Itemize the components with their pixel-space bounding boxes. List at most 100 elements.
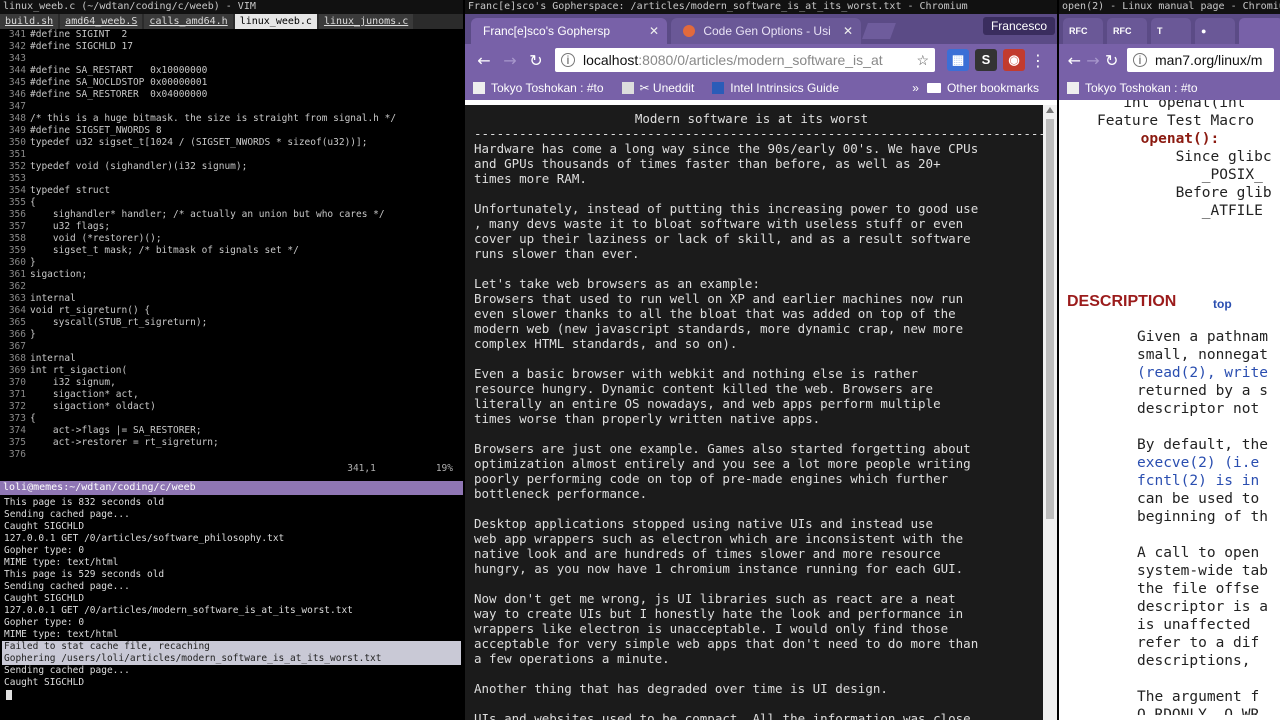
line-number: 346: [8, 89, 26, 100]
line-code: #define SIGINT 2: [30, 29, 128, 40]
vim-buffer[interactable]: 341 #define SIGINT 2 342 #define SIGCHLD 17…: [0, 29, 463, 461]
page-scrollbar[interactable]: [1043, 105, 1057, 720]
code-line: 344 #define SA_RESTART 0x10000000: [0, 65, 463, 77]
line-code: #define SA_RESTORER 0x04000000: [30, 89, 208, 100]
terminal-title: loli@memes:~/wdtan/coding/c/weeb: [0, 481, 463, 495]
tab-github[interactable]: ●: [1195, 18, 1235, 44]
forward-arrow-icon[interactable]: →: [497, 51, 523, 70]
bookmark-favicon-icon: [1067, 82, 1079, 94]
back-arrow-icon[interactable]: ←: [1065, 51, 1084, 70]
bookmarks-overflow-chevron[interactable]: »: [912, 81, 919, 95]
code-line: 374 act->flags |= SA_RESTORER;: [0, 425, 463, 437]
url-host: localhost: [583, 52, 639, 68]
man-paragraph-3: A call to open system-wide tab the file of…: [1137, 544, 1268, 670]
vim-scroll-percent: 19%: [435, 463, 453, 474]
article-paragraph: Browsers are just one example. Games als…: [474, 441, 971, 501]
stylish-extension-icon[interactable]: S: [975, 49, 997, 71]
extension-icon[interactable]: ▦: [947, 49, 969, 71]
terminal-line: Gopher type: 0: [4, 617, 85, 628]
tab-rfc-1[interactable]: RFC: [1063, 18, 1103, 44]
vim-tab[interactable]: linux_weeb.c: [234, 14, 317, 29]
menu-kebab-icon[interactable]: ⋮: [1025, 51, 1051, 70]
tab-code-gen-options[interactable]: Code Gen Options - Usi ✕: [671, 18, 861, 44]
bookmark-label: ✂ Uneddit: [639, 81, 695, 95]
man-line: Since glibc: [1097, 149, 1272, 165]
other-bookmarks-folder[interactable]: Other bookmarks: [926, 81, 1039, 95]
bookmark-label: Tokyo Toshokan : #to: [1085, 81, 1198, 95]
folder-icon: [926, 83, 941, 93]
line-code: sigset_t mask; /* bitmask of signals set…: [30, 245, 299, 256]
forward-arrow-icon[interactable]: →: [1084, 51, 1103, 70]
line-code: act->flags |= SA_RESTORER;: [30, 425, 202, 436]
line-code: }: [30, 329, 36, 340]
article-paragraph: UIs and websites used to be compact. All…: [474, 711, 971, 720]
code-line: 365 syscall(STUB_rt_sigreturn);: [0, 317, 463, 329]
line-code: sigaction* act,: [30, 389, 139, 400]
man-paragraph-1: Given a pathnam small, nonnegat (read(2), …: [1137, 328, 1268, 418]
tab-page[interactable]: T: [1151, 18, 1191, 44]
man-browser-toolbar: ← → ↻ i man7.org/linux/m: [1059, 44, 1280, 76]
description-heading: DESCRIPTION: [1067, 293, 1177, 310]
line-code: u32 flags;: [30, 221, 111, 232]
tab-man-open[interactable]: [1239, 18, 1280, 44]
back-arrow-icon[interactable]: ←: [471, 51, 497, 70]
reload-icon[interactable]: ↻: [523, 51, 549, 70]
close-tab-icon[interactable]: ✕: [649, 18, 659, 44]
vim-tab[interactable]: amd64_weeb.S: [60, 14, 143, 29]
line-number: 375: [8, 437, 26, 448]
bookmark-tokyo-toshokan[interactable]: Tokyo Toshokan : #to: [1067, 81, 1198, 95]
code-line: 376: [0, 449, 463, 461]
line-number: 376: [8, 449, 26, 460]
address-bar[interactable]: i localhost:8080/0/articles/modern_softw…: [555, 48, 935, 72]
code-line: 375 act->restorer = rt_sigreturn;: [0, 437, 463, 449]
tab-rfc-2[interactable]: RFC: [1107, 18, 1147, 44]
man-line: can be used to: [1137, 491, 1260, 507]
line-code: typedef void (sighandler)(i32 signum);: [30, 161, 248, 172]
line-code: internal: [30, 293, 76, 304]
line-number: 351: [8, 149, 26, 160]
bookmark-uneddit[interactable]: ✂ Uneddit: [621, 81, 695, 95]
article-paragraph: Unfortunately, instead of putting this i…: [474, 201, 979, 261]
line-code: sighandler* handler; /* actually an unio…: [30, 209, 385, 220]
tab-gopherspace[interactable]: Franc[e]sco's Gophersp ✕: [471, 18, 667, 44]
terminal-line: 127.0.0.1 GET /0/articles/modern_softwar…: [4, 605, 353, 616]
code-line: 359 sigset_t mask; /* bitmask of signals…: [0, 245, 463, 257]
vim-tab[interactable]: linux_junoms.c: [318, 14, 414, 29]
vim-tab[interactable]: calls_amd64.h: [144, 14, 233, 29]
info-icon[interactable]: i: [561, 53, 575, 67]
code-line: 360}: [0, 257, 463, 269]
scroll-up-arrow-icon[interactable]: [1046, 107, 1054, 113]
vim-tab[interactable]: build.sh: [0, 14, 59, 29]
github-icon: ●: [1201, 26, 1207, 36]
bookmark-star-icon[interactable]: ☆: [910, 52, 929, 69]
line-code: {: [30, 413, 36, 424]
bookmark-tokyo-toshokan[interactable]: Tokyo Toshokan : #to: [473, 81, 604, 95]
line-number: 344: [8, 65, 26, 76]
line-number: 348: [8, 113, 26, 124]
man-address-bar[interactable]: i man7.org/linux/m: [1127, 48, 1275, 72]
terminal-line: MIME type: text/html: [4, 557, 119, 568]
close-tab-icon[interactable]: ✕: [843, 18, 853, 44]
reload-icon[interactable]: ↻: [1102, 51, 1121, 70]
terminal-prompt[interactable]: [2, 689, 461, 701]
new-tab-button[interactable]: [862, 23, 896, 39]
terminal-output[interactable]: This page is 832 seconds old Sending cach…: [2, 497, 461, 717]
bookmark-intel-intrinsics[interactable]: Intel Intrinsics Guide: [712, 81, 839, 95]
line-number: 364: [8, 305, 26, 316]
code-line: 355 {: [0, 197, 463, 209]
scrollbar-thumb[interactable]: [1046, 119, 1054, 519]
info-icon[interactable]: i: [1133, 53, 1148, 67]
line-code: {: [30, 197, 36, 208]
line-code: void (*restorer)();: [30, 233, 162, 244]
top-link[interactable]: top: [1213, 297, 1232, 311]
code-line: 363 internal: [0, 293, 463, 305]
man-line: execve(2) (i.e: [1137, 455, 1260, 471]
line-code: }: [30, 257, 36, 268]
chromium-window-title: Franc[e]sco's Gopherspace: /articles/mod…: [465, 0, 1057, 14]
extension-red-icon[interactable]: ◉: [1003, 49, 1025, 71]
code-line: 347: [0, 101, 463, 113]
gcc-favicon-icon: [683, 25, 695, 37]
profile-button[interactable]: Francesco: [982, 17, 1055, 35]
line-code: sigaction;: [30, 269, 88, 280]
man-window-title: open(2) - Linux manual page - Chromium: [1059, 0, 1280, 14]
